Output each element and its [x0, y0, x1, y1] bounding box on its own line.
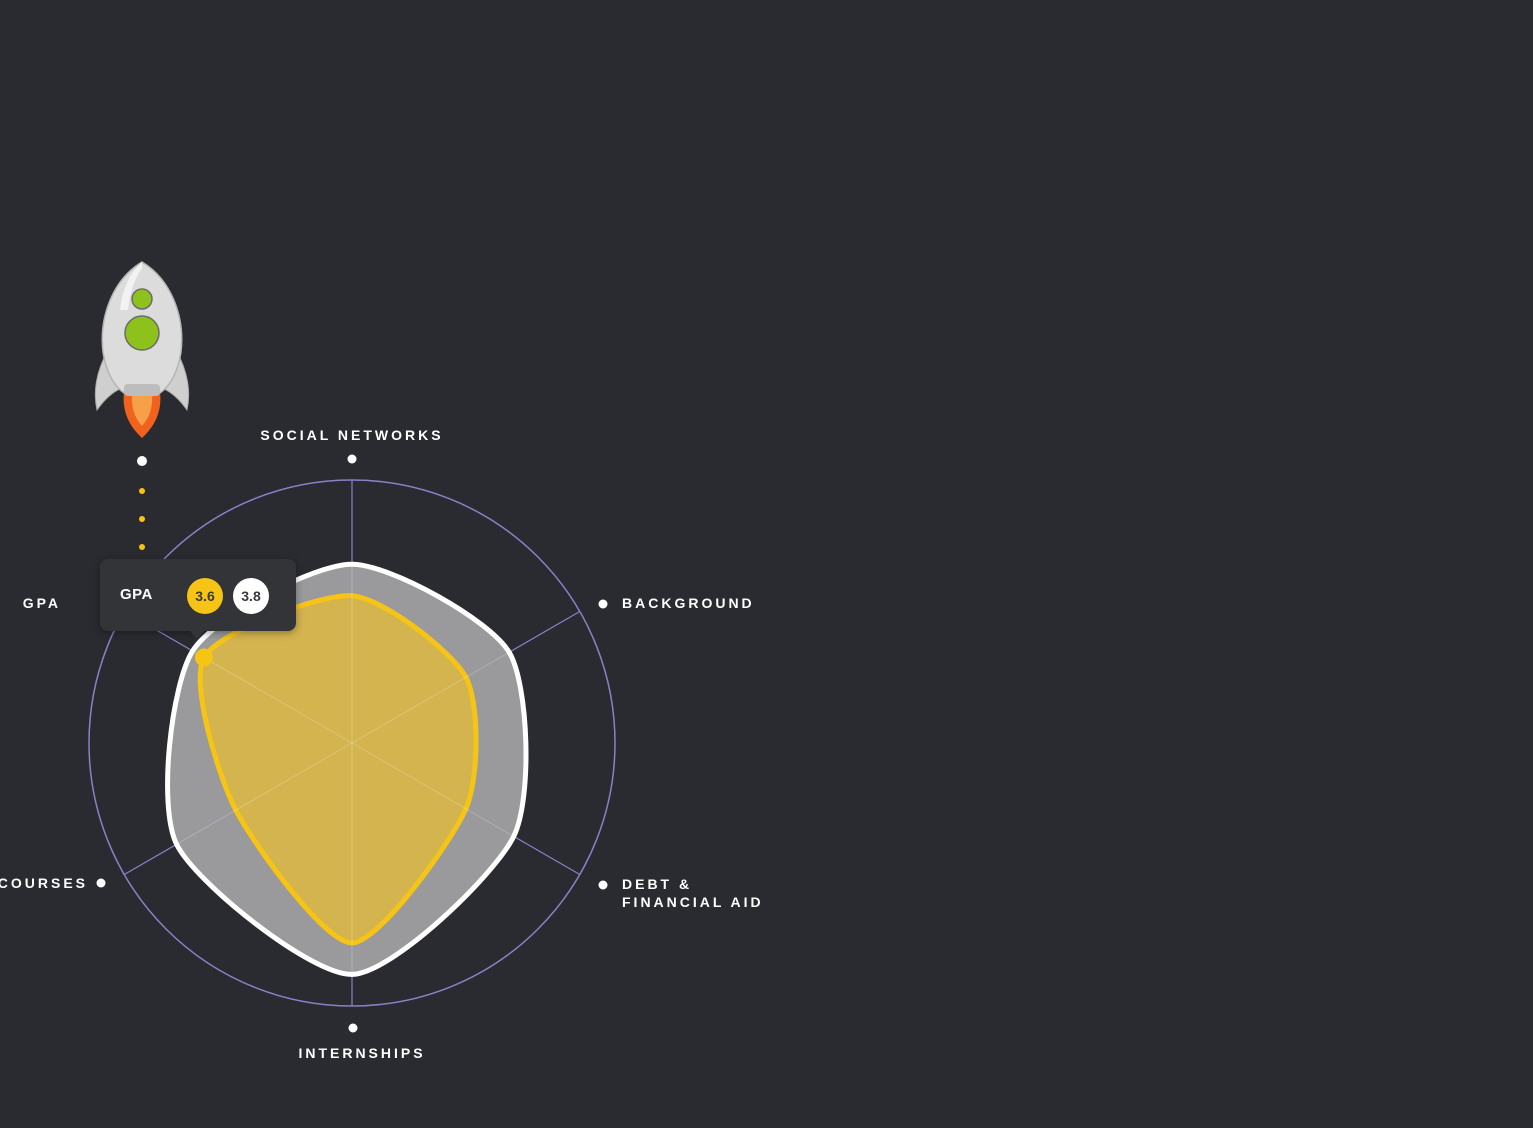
rocket-trail [137, 456, 147, 550]
tooltip-label: GPA [120, 586, 153, 603]
rocket-trail-dot [139, 516, 145, 522]
axis-label-5-0: GPA [23, 595, 61, 611]
axis-label-2-0: DEBT & [622, 876, 692, 892]
rocket-trail-dot [139, 544, 145, 550]
axis-marker-dot [347, 454, 357, 464]
axis-marker-dot [598, 880, 608, 890]
rocket-trail-dot [139, 488, 145, 494]
axis-marker-dot [96, 878, 106, 888]
rocket-icon [94, 261, 190, 438]
tooltip-your-value-badge: 3.6 [187, 578, 223, 614]
axis-marker-dot [598, 599, 608, 609]
gpa-tooltip: GPA 3.6 3.8 [100, 559, 296, 639]
axis-label-0-0: SOCIAL NETWORKS [260, 427, 443, 443]
axis-label-4-0: COURSES [0, 875, 88, 891]
tooltip-benchmark-value-badge: 3.8 [233, 578, 269, 614]
axis-label-1-0: BACKGROUND [622, 595, 755, 611]
rocket-trail-dot [137, 456, 147, 466]
axis-label-3-0: INTERNSHIPS [298, 1045, 425, 1061]
axis-marker-dot [348, 1023, 358, 1033]
tooltip-pointer [188, 629, 206, 639]
gpa-highlight-point [194, 648, 213, 667]
axis-label-2-1: FINANCIAL AID [622, 894, 764, 910]
